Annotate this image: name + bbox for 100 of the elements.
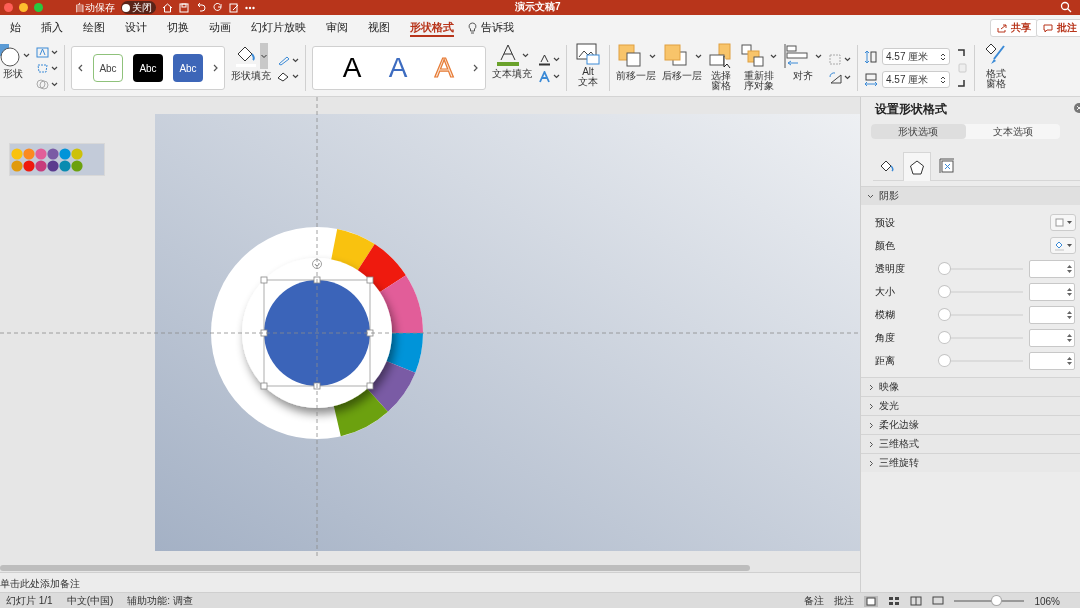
section-header[interactable]: 阴影 [861,186,1080,205]
caret-icon[interactable] [553,57,560,62]
option-tab[interactable]: 形状选项 [871,124,966,139]
scroll-right-icon[interactable] [473,64,479,72]
caret-icon[interactable] [51,49,58,55]
caret-icon[interactable] [292,73,299,79]
caret-icon[interactable] [521,52,529,58]
section-header[interactable]: 三维格式 [861,434,1080,453]
stepper-icon[interactable] [1067,332,1072,343]
spin-field[interactable] [1029,328,1075,347]
caret-icon[interactable] [844,56,851,62]
slider-thumb[interactable] [939,355,950,366]
stepper-icon[interactable] [1067,309,1072,320]
stepper-icon[interactable] [940,51,946,62]
caret-icon[interactable] [694,53,702,59]
stepper-icon[interactable] [940,74,946,85]
ribbon-tab[interactable]: 设计 [115,14,157,41]
stepper-icon[interactable] [1067,263,1072,274]
scroll-left-icon[interactable] [77,64,83,72]
ribbon-tab[interactable]: 绘图 [73,14,115,41]
ribbon-tab[interactable]: 幻灯片放映 [241,14,316,41]
caret-icon[interactable] [51,81,58,87]
caret-icon[interactable] [648,53,656,59]
text-outline-icon[interactable] [538,53,551,66]
comments-button[interactable]: 批注 [834,594,855,608]
language-indicator[interactable]: 中文(中国) [66,593,114,608]
slider-thumb[interactable] [939,309,950,320]
slide-thumbnail[interactable] [10,144,104,175]
wordart-style-swatch[interactable]: A [335,53,369,83]
ribbon-tab[interactable]: 切换 [157,14,199,41]
caret-icon[interactable] [770,53,777,59]
selection-frame[interactable] [260,259,374,390]
caret-icon[interactable] [844,74,851,80]
stepper-icon[interactable] [1067,286,1072,297]
reading-view-icon[interactable] [910,596,923,606]
caret-icon[interactable] [292,57,299,63]
caret-icon[interactable] [815,53,822,59]
home-icon[interactable] [162,2,173,13]
ribbon-tab[interactable]: 始 [0,14,31,41]
ribbon-tab[interactable]: 审阅 [316,14,358,41]
shape-style-swatch[interactable]: Abc [133,54,163,82]
scroll-right-icon[interactable] [213,64,219,72]
slider-thumb[interactable] [939,286,950,297]
notes-button[interactable]: 备注 [804,594,825,608]
spin-field[interactable] [1029,351,1075,370]
ribbon-tab[interactable]: 插入 [31,14,73,41]
ribbon-tab[interactable]: 视图 [358,14,400,41]
shape-fill-label: 形状填充 [231,71,271,81]
ribbon-tab[interactable]: 动画 [199,14,241,41]
circle-shape[interactable] [264,280,370,386]
autosave-toggle[interactable]: 关闭 [121,1,156,14]
tell-me-search[interactable]: 告诉我 [481,20,514,35]
size-field[interactable]: 4.57 厘米 [882,71,950,88]
lock-aspect-ratio-icon[interactable] [956,48,968,88]
search-icon[interactable] [1060,1,1072,13]
size-field[interactable]: 4.57 厘米 [882,48,950,65]
section-header[interactable]: 映像 [861,377,1080,396]
caret-icon[interactable] [22,52,30,58]
undo-icon[interactable] [195,2,207,13]
section-header[interactable]: 发光 [861,396,1080,415]
maximize-window-button[interactable] [34,3,43,12]
selection-pane-icon[interactable] [708,43,734,69]
spin-field[interactable] [1029,259,1075,278]
more-icon[interactable] [245,5,255,10]
slide-sorter-icon[interactable] [888,596,901,606]
format-painter-icon[interactable] [984,43,1008,67]
spin-field[interactable] [1029,305,1075,324]
scrollbar[interactable] [0,565,750,571]
comments-button[interactable]: 批注 [1036,19,1080,37]
wordart-style-swatch[interactable]: A [381,53,415,83]
caret-icon[interactable] [51,65,58,71]
text-fill-icon[interactable] [495,43,520,67]
section-header[interactable]: 柔化边缘 [861,415,1080,434]
paint-bucket-icon[interactable] [234,44,258,68]
rotate-icon[interactable] [828,70,842,84]
spin-field[interactable] [1029,282,1075,301]
save-icon[interactable] [179,2,189,13]
normal-view-icon[interactable] [864,595,879,607]
slider-thumb[interactable] [939,263,950,274]
section-header[interactable]: 三维旋转 [861,453,1080,472]
ribbon-tab[interactable]: 形状格式 [400,14,464,41]
option-tab[interactable]: 文本选项 [965,124,1060,139]
shapes-icon[interactable] [0,43,21,67]
share-button[interactable]: 共享 [990,19,1038,37]
slideshow-icon[interactable] [932,596,945,606]
eraser-icon[interactable] [277,70,290,82]
minimize-window-button[interactable] [19,3,28,12]
edit-icon[interactable] [229,2,239,13]
slider-thumb[interactable] [939,332,950,343]
notes-placeholder[interactable]: 单击此处添加备注 [0,577,80,591]
stepper-icon[interactable] [1067,355,1072,366]
redo-icon[interactable] [213,2,223,13]
alt-text-icon[interactable] [576,43,600,65]
shadow-color-dropdown[interactable] [1050,237,1076,254]
accessibility-status[interactable]: 辅助功能: 调查 [127,593,193,608]
zoom-level[interactable]: 106% [1034,595,1060,607]
shape-style-swatch[interactable]: Abc [93,54,123,82]
shape-style-swatch[interactable]: Abc [173,54,203,82]
caret-icon[interactable] [553,74,560,79]
zoom-slider-thumb[interactable] [992,596,1002,605]
